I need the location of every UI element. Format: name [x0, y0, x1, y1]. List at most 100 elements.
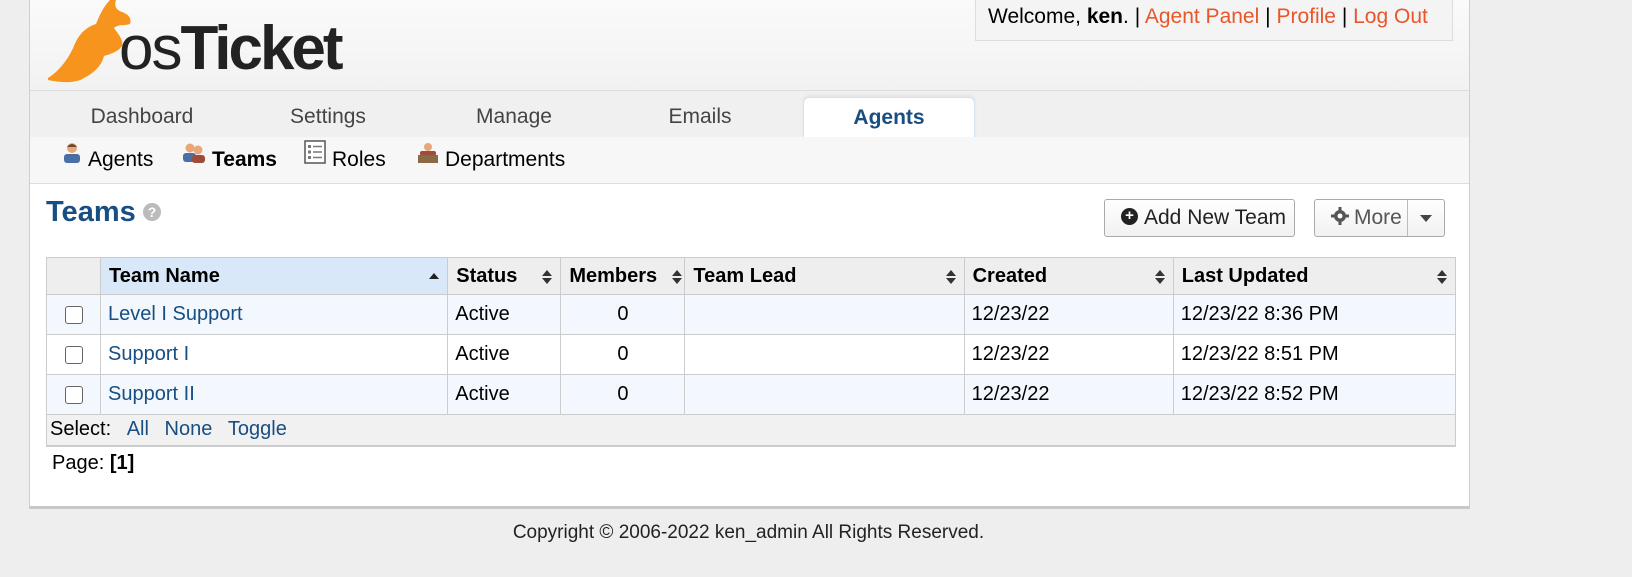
team-lead-cell [684, 294, 965, 335]
row-select-cell [45, 334, 102, 375]
teams-table: Team Name Status Members Team Lead Creat… [45, 257, 1457, 447]
logout-link[interactable]: Log Out [1353, 5, 1428, 28]
agent-icon [62, 135, 82, 181]
main-nav: Dashboard Settings Manage Emails Agents [30, 90, 1469, 139]
separator: | [1265, 5, 1271, 28]
table-row: Support I Active 0 12/23/22 12/23/22 8:5… [45, 334, 1457, 375]
roles-icon [304, 135, 326, 181]
teams-icon [182, 135, 206, 181]
pager-label: Page: [52, 452, 105, 474]
plus-circle-icon: + [1121, 207, 1138, 225]
profile-link[interactable]: Profile [1276, 5, 1336, 28]
column-label: Team Lead [693, 264, 797, 287]
logo-text: osTicket [119, 14, 344, 83]
main-container: osTicket Welcome, ken. | Agent Panel | P… [29, 0, 1470, 509]
select-column-header [45, 257, 102, 295]
team-name-cell: Level I Support [100, 294, 449, 335]
departments-icon [417, 135, 439, 181]
status-cell: Active [447, 294, 562, 335]
pager: Page: [1] [52, 452, 134, 475]
gear-icon [1331, 207, 1349, 226]
select-all-link[interactable]: All [127, 418, 149, 440]
page-title: Teams [46, 196, 136, 228]
updated-cell: 12/23/22 8:36 PM [1172, 294, 1457, 335]
divider [1407, 200, 1408, 236]
column-header-members[interactable]: Members [560, 257, 686, 295]
subnav-roles[interactable]: Roles [304, 137, 386, 183]
subnav-agents[interactable]: Agents [62, 137, 153, 183]
select-none-link[interactable]: None [165, 418, 213, 440]
team-lead-cell [684, 334, 965, 375]
team-name-link[interactable]: Support I [108, 343, 189, 365]
created-cell: 12/23/22 [963, 374, 1174, 415]
members-cell: 0 [560, 334, 686, 375]
tab-manage[interactable]: Manage [426, 97, 602, 137]
subnav-label: Roles [332, 148, 386, 171]
sort-icon [945, 270, 956, 284]
agent-panel-link[interactable]: Agent Panel [1145, 5, 1259, 28]
status-cell: Active [447, 374, 562, 415]
sort-ascending-icon [429, 273, 440, 279]
add-new-team-button[interactable]: + Add New Team [1104, 199, 1295, 237]
team-lead-cell [684, 374, 965, 415]
created-cell: 12/23/22 [963, 294, 1174, 335]
team-name-link[interactable]: Level I Support [108, 303, 243, 325]
team-name-cell: Support I [100, 334, 449, 375]
select-label: Select: [50, 418, 112, 441]
user-info-bar: Welcome, ken. | Agent Panel | Profile | … [975, 0, 1453, 41]
welcome-suffix: . [1123, 5, 1129, 28]
sort-icon [1437, 270, 1447, 284]
updated-cell: 12/23/22 8:51 PM [1172, 334, 1457, 375]
column-label: Team Name [109, 264, 220, 287]
chevron-down-icon[interactable] [1420, 215, 1432, 223]
tab-settings[interactable]: Settings [240, 97, 416, 137]
table-row: Level I Support Active 0 12/23/22 12/23/… [45, 294, 1457, 335]
separator: | [1341, 5, 1348, 28]
team-name-cell: Support II [100, 374, 449, 415]
select-toggle-link[interactable]: Toggle [228, 418, 287, 440]
column-label: Last Updated [1181, 264, 1309, 287]
help-icon[interactable]: ? [143, 203, 161, 221]
current-page: [1] [109, 452, 135, 474]
column-header-created[interactable]: Created [963, 257, 1174, 295]
column-header-team-name[interactable]: Team Name [100, 257, 449, 295]
row-checkbox[interactable] [64, 345, 83, 364]
welcome-text: Welcome, [988, 5, 1087, 28]
row-checkbox[interactable] [64, 385, 83, 404]
more-button-label: More [1354, 206, 1402, 229]
members-cell: 0 [560, 294, 686, 335]
column-label: Status [456, 264, 518, 287]
row-select-cell [45, 294, 102, 335]
table-header-row: Team Name Status Members Team Lead Creat… [45, 257, 1457, 295]
updated-cell: 12/23/22 8:52 PM [1172, 374, 1457, 415]
table-row: Support II Active 0 12/23/22 12/23/22 8:… [45, 374, 1457, 415]
row-checkbox[interactable] [64, 305, 83, 324]
username: ken [1086, 5, 1123, 28]
select-cell: Select: All None Toggle [46, 414, 1456, 447]
column-label: Members [569, 264, 658, 287]
subnav-label: Agents [88, 148, 154, 171]
subnav-teams[interactable]: Teams [182, 137, 277, 183]
column-header-team-lead[interactable]: Team Lead [684, 257, 965, 295]
sort-icon [1154, 270, 1165, 284]
tab-dashboard[interactable]: Dashboard [54, 97, 230, 137]
row-select-cell [45, 374, 102, 415]
more-button[interactable]: More [1314, 199, 1445, 237]
created-cell: 12/23/22 [963, 334, 1174, 375]
subnav-label: Teams [212, 148, 277, 171]
column-label: Created [972, 264, 1048, 287]
column-header-last-updated[interactable]: Last Updated [1172, 257, 1457, 295]
team-name-link[interactable]: Support II [108, 383, 195, 405]
separator: | [1134, 5, 1141, 28]
footer-copyright: Copyright © 2006-2022 ken_admin All Righ… [512, 522, 985, 543]
subnav-departments[interactable]: Departments [417, 137, 565, 183]
header: osTicket Welcome, ken. | Agent Panel | P… [30, 0, 1469, 90]
tab-emails[interactable]: Emails [612, 97, 788, 137]
subnav-label: Departments [445, 148, 566, 171]
column-header-status[interactable]: Status [447, 257, 562, 295]
select-row: Select: All None Toggle [46, 414, 1456, 447]
osticket-logo[interactable]: osTicket [44, 0, 344, 86]
sort-icon [542, 270, 553, 284]
add-button-label: Add New Team [1144, 206, 1287, 229]
tab-agents[interactable]: Agents [803, 97, 975, 139]
